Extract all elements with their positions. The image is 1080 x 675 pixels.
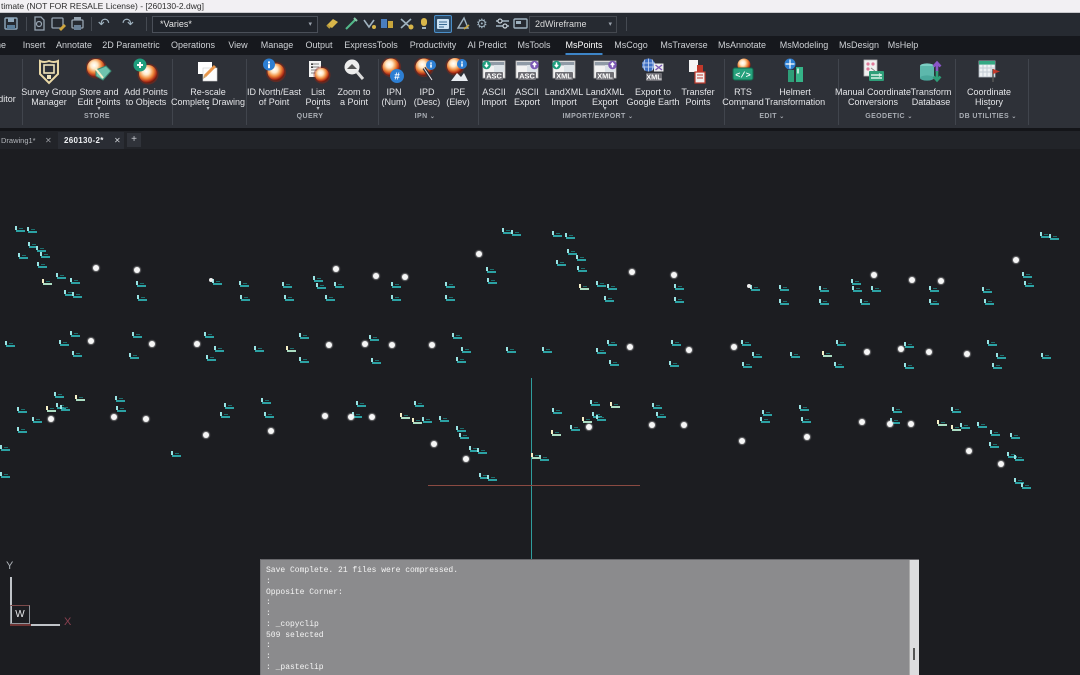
svg-text:XML: XML xyxy=(597,72,613,81)
svg-text:</>: </> xyxy=(735,70,750,80)
